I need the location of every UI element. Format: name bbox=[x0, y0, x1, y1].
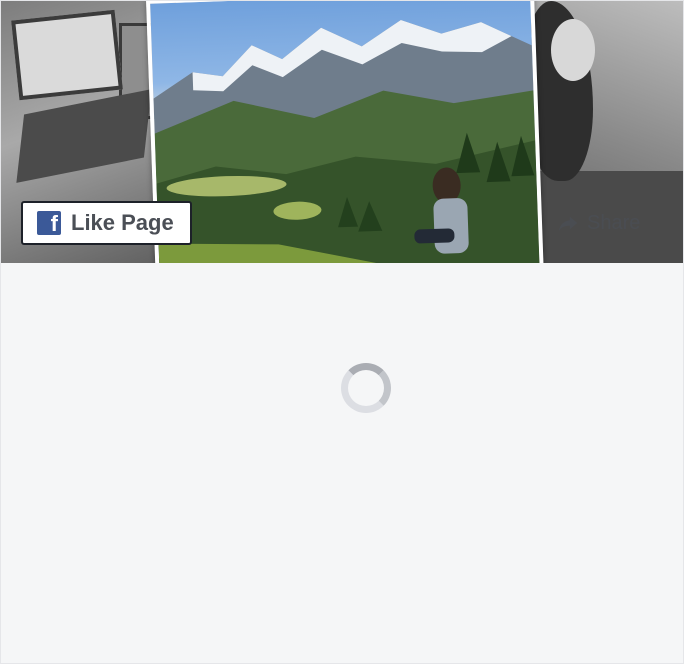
facebook-f-glyph: f bbox=[50, 211, 58, 235]
facebook-f-icon: f bbox=[37, 211, 61, 235]
share-button[interactable]: Share bbox=[557, 205, 640, 241]
face-shape bbox=[551, 19, 595, 81]
laptop-base-shape bbox=[16, 89, 152, 183]
cover-photo-mountain-view bbox=[146, 1, 544, 263]
facebook-page-plugin: f Like Page Share bbox=[0, 0, 684, 664]
mountain-landscape-image bbox=[153, 19, 540, 263]
like-page-button[interactable]: f Like Page bbox=[21, 201, 192, 245]
laptop-screen-shape bbox=[11, 9, 123, 101]
loading-spinner-icon bbox=[341, 363, 391, 413]
cover-photo-collage[interactable]: f Like Page Share bbox=[1, 1, 683, 263]
share-label: Share bbox=[587, 211, 641, 234]
timeline-loading-area bbox=[1, 263, 683, 663]
like-page-label: Like Page bbox=[71, 210, 174, 235]
share-arrow-icon bbox=[558, 216, 578, 232]
